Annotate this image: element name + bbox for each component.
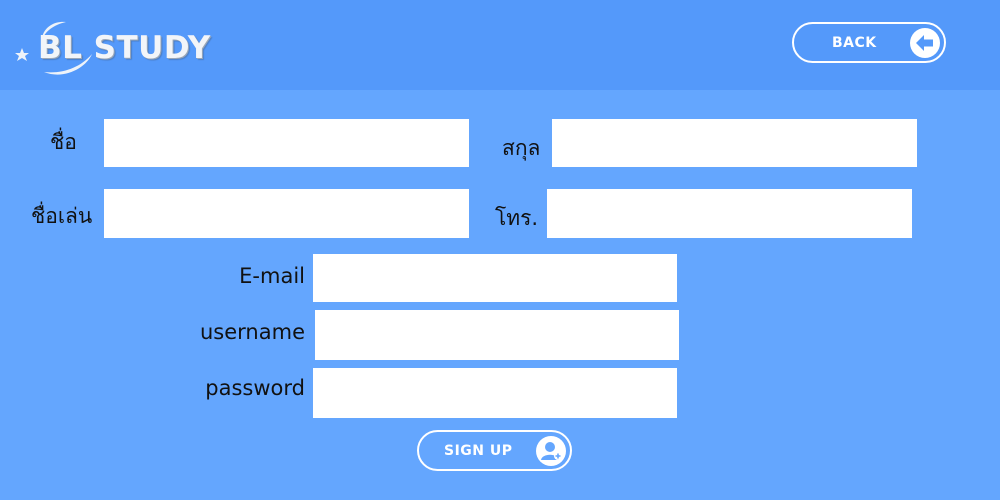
logo-text: BL STUDY <box>38 30 211 66</box>
username-label: username <box>200 320 305 344</box>
first-name-label: ชื่อ <box>50 130 77 154</box>
header-bar: BL STUDY BACK <box>0 0 1000 90</box>
user-add-icon <box>536 436 566 466</box>
back-button-label: BACK <box>832 35 877 51</box>
password-label: password <box>205 376 305 400</box>
star-icon <box>15 48 29 61</box>
sign-up-button-label: SIGN UP <box>444 443 513 459</box>
back-button[interactable]: BACK <box>792 22 946 63</box>
first-name-input[interactable] <box>104 119 469 167</box>
username-input[interactable] <box>315 310 679 360</box>
email-input[interactable] <box>313 254 677 302</box>
last-name-label: สกุล <box>502 136 541 160</box>
nickname-label: ชื่อเล่น <box>31 204 93 228</box>
sign-up-button[interactable]: SIGN UP <box>417 430 572 471</box>
app-logo: BL STUDY <box>14 18 214 80</box>
phone-input[interactable] <box>547 189 912 238</box>
nickname-input[interactable] <box>104 189 469 238</box>
last-name-input[interactable] <box>552 119 917 167</box>
email-label: E-mail <box>239 264 305 288</box>
arrow-left-icon <box>910 28 940 58</box>
password-input[interactable] <box>313 368 677 418</box>
phone-label: โทร. <box>495 206 539 230</box>
